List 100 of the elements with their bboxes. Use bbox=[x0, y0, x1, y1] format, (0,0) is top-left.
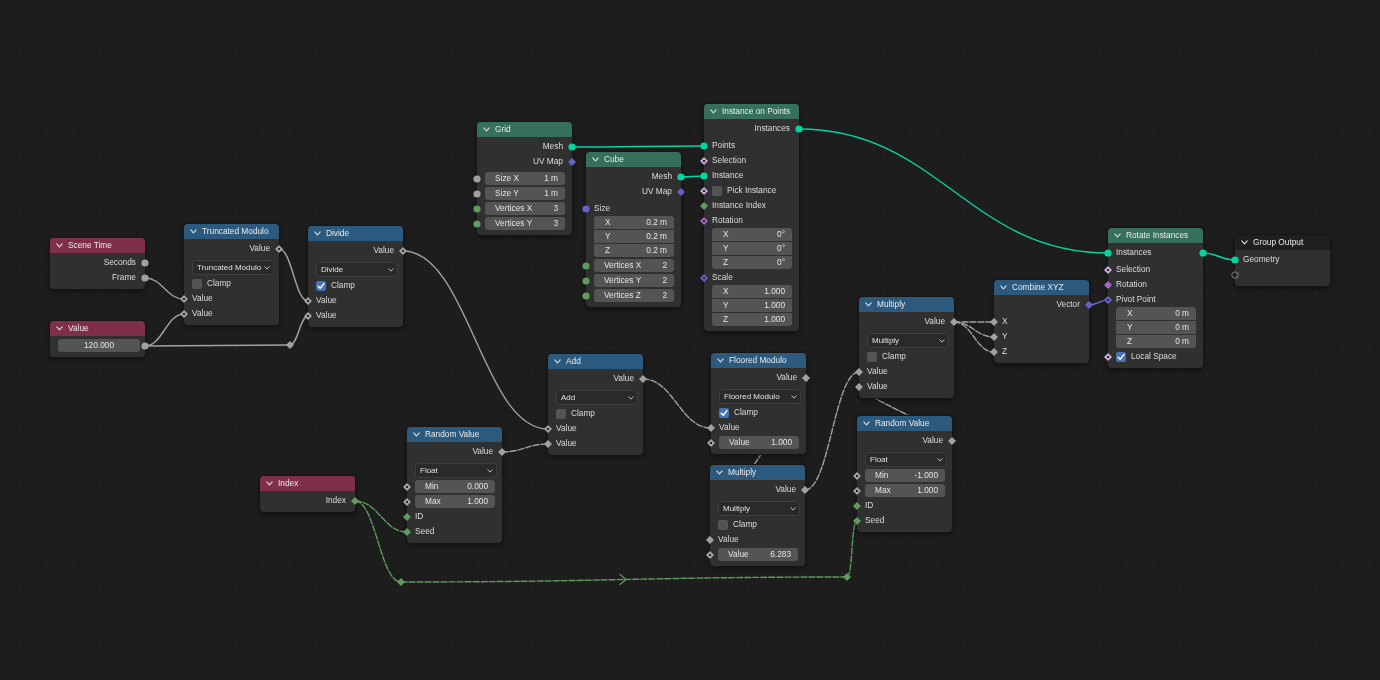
chevron-down-icon[interactable] bbox=[266, 481, 273, 486]
socket-icon[interactable] bbox=[802, 374, 810, 382]
socket-icon[interactable] bbox=[990, 318, 998, 326]
socket-icon[interactable] bbox=[950, 318, 958, 326]
socket-icon[interactable] bbox=[700, 157, 708, 165]
socket-icon[interactable] bbox=[473, 205, 481, 213]
checkbox[interactable] bbox=[1116, 351, 1126, 362]
socket-icon[interactable] bbox=[304, 312, 312, 320]
socket-icon[interactable] bbox=[1199, 249, 1207, 257]
socket-icon[interactable] bbox=[639, 375, 647, 383]
socket-icon[interactable] bbox=[700, 142, 708, 150]
number-field[interactable]: Vertices Z 2 bbox=[594, 289, 674, 302]
socket-icon[interactable] bbox=[141, 342, 149, 350]
checkbox[interactable] bbox=[192, 278, 202, 289]
socket-icon[interactable] bbox=[1231, 256, 1239, 264]
number-field[interactable]: Value 1.000 bbox=[719, 436, 799, 449]
number-field[interactable]: Max 1.000 bbox=[415, 495, 495, 508]
socket-icon[interactable] bbox=[855, 383, 863, 391]
chevron-down-icon[interactable] bbox=[863, 421, 870, 426]
socket-icon[interactable] bbox=[700, 187, 708, 195]
reroute-icon[interactable] bbox=[286, 341, 294, 349]
socket-icon[interactable] bbox=[700, 172, 708, 180]
socket-icon[interactable] bbox=[582, 262, 590, 270]
dropdown[interactable]: Multiply bbox=[867, 333, 949, 348]
number-field[interactable]: Vertices Y 3 bbox=[485, 217, 565, 230]
socket-icon[interactable] bbox=[568, 143, 576, 151]
number-field[interactable]: Y 1.000 bbox=[712, 299, 792, 312]
checkbox[interactable] bbox=[556, 408, 566, 419]
socket-icon[interactable] bbox=[707, 439, 715, 447]
socket-icon[interactable] bbox=[801, 486, 809, 494]
dropdown[interactable]: Multiply bbox=[718, 501, 800, 516]
socket-icon[interactable] bbox=[275, 245, 283, 253]
number-field[interactable]: X 1.000 bbox=[712, 285, 792, 298]
socket-icon[interactable] bbox=[853, 487, 861, 495]
checkbox[interactable] bbox=[719, 407, 729, 418]
number-field[interactable]: X 0 m bbox=[1116, 307, 1196, 320]
socket-icon[interactable] bbox=[180, 295, 188, 303]
socket-icon[interactable] bbox=[853, 472, 861, 480]
socket-icon[interactable] bbox=[403, 528, 411, 536]
chevron-down-icon[interactable] bbox=[314, 231, 321, 236]
reroute-icon[interactable] bbox=[397, 578, 405, 586]
socket-icon[interactable] bbox=[700, 217, 708, 225]
dropdown[interactable]: Truncated Modulo bbox=[192, 260, 274, 275]
socket-icon[interactable] bbox=[582, 292, 590, 300]
checkbox[interactable] bbox=[712, 185, 722, 196]
socket-icon[interactable] bbox=[473, 175, 481, 183]
socket-icon[interactable] bbox=[1104, 249, 1112, 257]
chevron-down-icon[interactable] bbox=[56, 326, 63, 331]
socket-icon[interactable] bbox=[473, 220, 481, 228]
number-field[interactable]: Min 0.000 bbox=[415, 480, 495, 493]
dropdown[interactable]: Float bbox=[415, 463, 497, 478]
number-field[interactable]: Z 0° bbox=[712, 256, 792, 269]
socket-icon[interactable] bbox=[544, 440, 552, 448]
socket-icon[interactable] bbox=[855, 368, 863, 376]
socket-icon[interactable] bbox=[1104, 281, 1112, 289]
number-field[interactable]: Y 0 m bbox=[1116, 321, 1196, 334]
socket-icon[interactable] bbox=[403, 513, 411, 521]
socket-icon[interactable] bbox=[990, 333, 998, 341]
number-field[interactable]: Y 0° bbox=[712, 242, 792, 255]
checkbox[interactable] bbox=[867, 351, 877, 362]
chevron-down-icon[interactable] bbox=[413, 432, 420, 437]
number-field[interactable]: Y 0.2 m bbox=[594, 230, 674, 243]
checkbox[interactable] bbox=[316, 280, 326, 291]
socket-icon[interactable] bbox=[706, 536, 714, 544]
number-field[interactable]: 120.000 bbox=[58, 339, 140, 352]
chevron-down-icon[interactable] bbox=[1000, 285, 1007, 290]
number-field[interactable]: Value 6.283 bbox=[718, 548, 798, 561]
number-field[interactable]: Vertices X 3 bbox=[485, 202, 565, 215]
dropdown[interactable]: Floored Modulo bbox=[719, 389, 801, 404]
number-field[interactable]: X 0.2 m bbox=[594, 216, 674, 229]
socket-icon[interactable] bbox=[1231, 271, 1239, 279]
number-field[interactable]: Z 1.000 bbox=[712, 313, 792, 326]
chevron-down-icon[interactable] bbox=[56, 243, 63, 248]
number-field[interactable]: Vertices Y 2 bbox=[594, 274, 674, 287]
chevron-down-icon[interactable] bbox=[1241, 240, 1248, 245]
number-field[interactable]: Z 0.2 m bbox=[594, 244, 674, 257]
socket-icon[interactable] bbox=[141, 259, 149, 267]
socket-icon[interactable] bbox=[473, 190, 481, 198]
socket-icon[interactable] bbox=[403, 498, 411, 506]
dropdown[interactable]: Float bbox=[865, 452, 947, 467]
socket-icon[interactable] bbox=[707, 424, 715, 432]
socket-icon[interactable] bbox=[1104, 266, 1112, 274]
socket-icon[interactable] bbox=[677, 173, 685, 181]
chevron-down-icon[interactable] bbox=[190, 229, 197, 234]
socket-icon[interactable] bbox=[180, 310, 188, 318]
dropdown[interactable]: Add bbox=[556, 390, 638, 405]
socket-icon[interactable] bbox=[498, 448, 506, 456]
socket-icon[interactable] bbox=[990, 348, 998, 356]
number-field[interactable]: X 0° bbox=[712, 228, 792, 241]
number-field[interactable]: Size Y 1 m bbox=[485, 187, 565, 200]
number-field[interactable]: Vertices X 2 bbox=[594, 259, 674, 272]
socket-icon[interactable] bbox=[582, 277, 590, 285]
socket-icon[interactable] bbox=[544, 425, 552, 433]
chevron-down-icon[interactable] bbox=[554, 359, 561, 364]
socket-icon[interactable] bbox=[706, 551, 714, 559]
number-field[interactable]: Z 0 m bbox=[1116, 335, 1196, 348]
reroute-icon[interactable] bbox=[843, 573, 851, 581]
socket-icon[interactable] bbox=[795, 125, 803, 133]
chevron-down-icon[interactable] bbox=[865, 302, 872, 307]
socket-icon[interactable] bbox=[351, 497, 359, 505]
